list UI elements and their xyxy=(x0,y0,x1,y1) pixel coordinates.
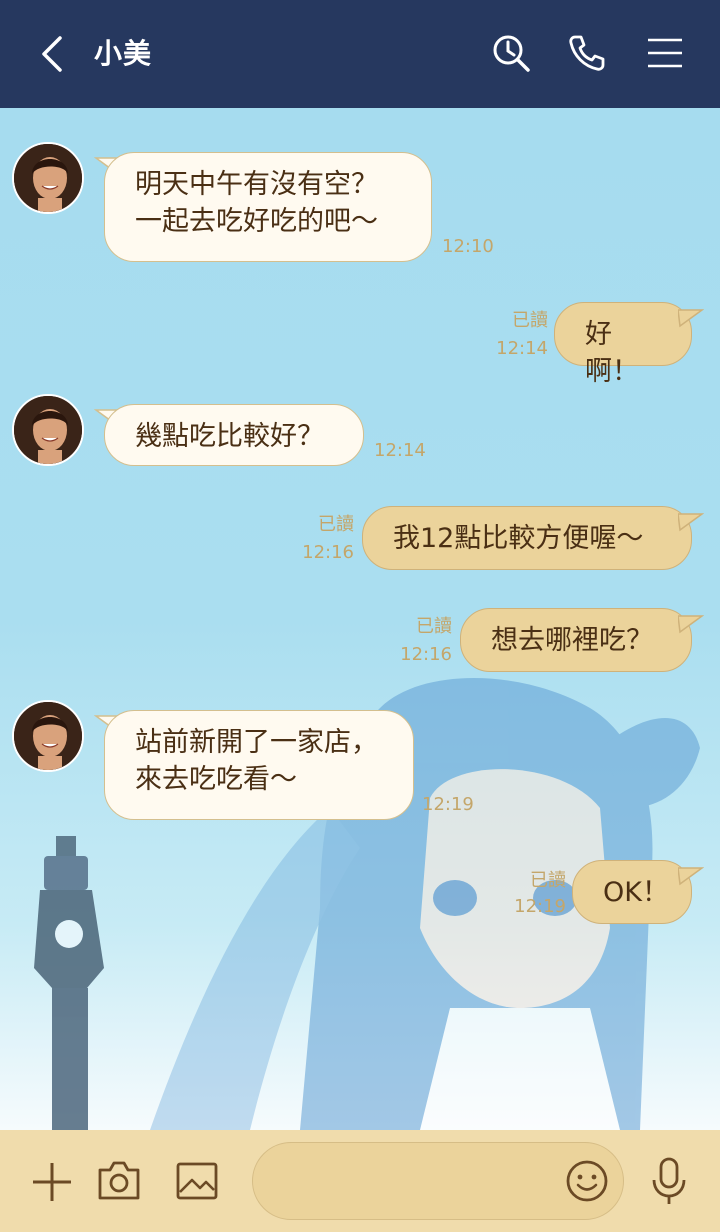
message-text: 來去吃吃看～ xyxy=(135,764,297,795)
message-time: 12:10 xyxy=(442,236,494,257)
plus-icon[interactable] xyxy=(30,1160,74,1204)
message-text: 我12點比較方便喔～ xyxy=(393,523,644,554)
message-bubble-received[interactable]: 幾點吃比較好？ xyxy=(104,404,364,466)
search-icon[interactable] xyxy=(490,32,532,74)
message-text: 一起去吃好吃的吧～ xyxy=(135,206,378,237)
chat-header: 小美 xyxy=(0,0,720,108)
phone-icon[interactable] xyxy=(566,32,608,74)
contact-avatar[interactable] xyxy=(12,142,84,214)
lamp-post-graphic xyxy=(34,836,104,1130)
message-text: OK！ xyxy=(603,877,669,908)
message-bubble-received[interactable]: 明天中午有沒有空？ 一起去吃好吃的吧～ xyxy=(104,152,432,262)
message-time: 12:16 xyxy=(400,644,452,665)
message-time: 12:19 xyxy=(514,896,566,917)
bubble-tail xyxy=(678,615,704,634)
menu-icon[interactable] xyxy=(644,32,686,74)
message-bubble-sent[interactable]: 好啊！ xyxy=(554,302,692,387)
message-text: 站前新開了一家店， xyxy=(135,727,378,758)
message-bubble-sent[interactable]: 我12點比較方便喔～ xyxy=(362,506,692,570)
emoji-icon[interactable] xyxy=(564,1158,610,1204)
bubble-tail xyxy=(678,513,704,532)
message-time: 12:19 xyxy=(422,794,474,815)
chat-area[interactable]: 明天中午有沒有空？ 一起去吃好吃的吧～ 12:10 已讀 12:14 好啊！ 幾… xyxy=(0,108,720,1130)
bubble-tail xyxy=(678,309,704,328)
message-text: 幾點吃比較好？ xyxy=(135,421,324,452)
message-time: 12:14 xyxy=(496,338,548,359)
message-text: 想去哪裡吃？ xyxy=(491,625,653,656)
contact-name[interactable]: 小美 xyxy=(94,36,152,72)
camera-icon[interactable] xyxy=(96,1158,142,1204)
contact-avatar[interactable] xyxy=(12,700,84,772)
read-status: 已讀 xyxy=(530,870,566,891)
bubble-tail xyxy=(678,867,704,886)
read-status: 已讀 xyxy=(512,310,548,331)
read-status: 已讀 xyxy=(416,616,452,637)
microphone-icon[interactable] xyxy=(648,1156,690,1206)
message-text: 好啊！ xyxy=(585,319,639,387)
message-text: 明天中午有沒有空？ xyxy=(135,169,378,200)
message-time: 12:16 xyxy=(302,542,354,563)
message-time: 12:14 xyxy=(374,440,426,461)
message-bubble-sent[interactable]: 想去哪裡吃？ xyxy=(460,608,692,672)
contact-avatar[interactable] xyxy=(12,394,84,466)
back-icon[interactable] xyxy=(36,34,72,74)
message-bubble-received[interactable]: 站前新開了一家店， 來去吃吃看～ xyxy=(104,710,414,820)
image-icon[interactable] xyxy=(174,1158,220,1204)
message-composer xyxy=(0,1130,720,1232)
message-bubble-sent[interactable]: OK！ xyxy=(572,860,692,924)
read-status: 已讀 xyxy=(318,514,354,535)
